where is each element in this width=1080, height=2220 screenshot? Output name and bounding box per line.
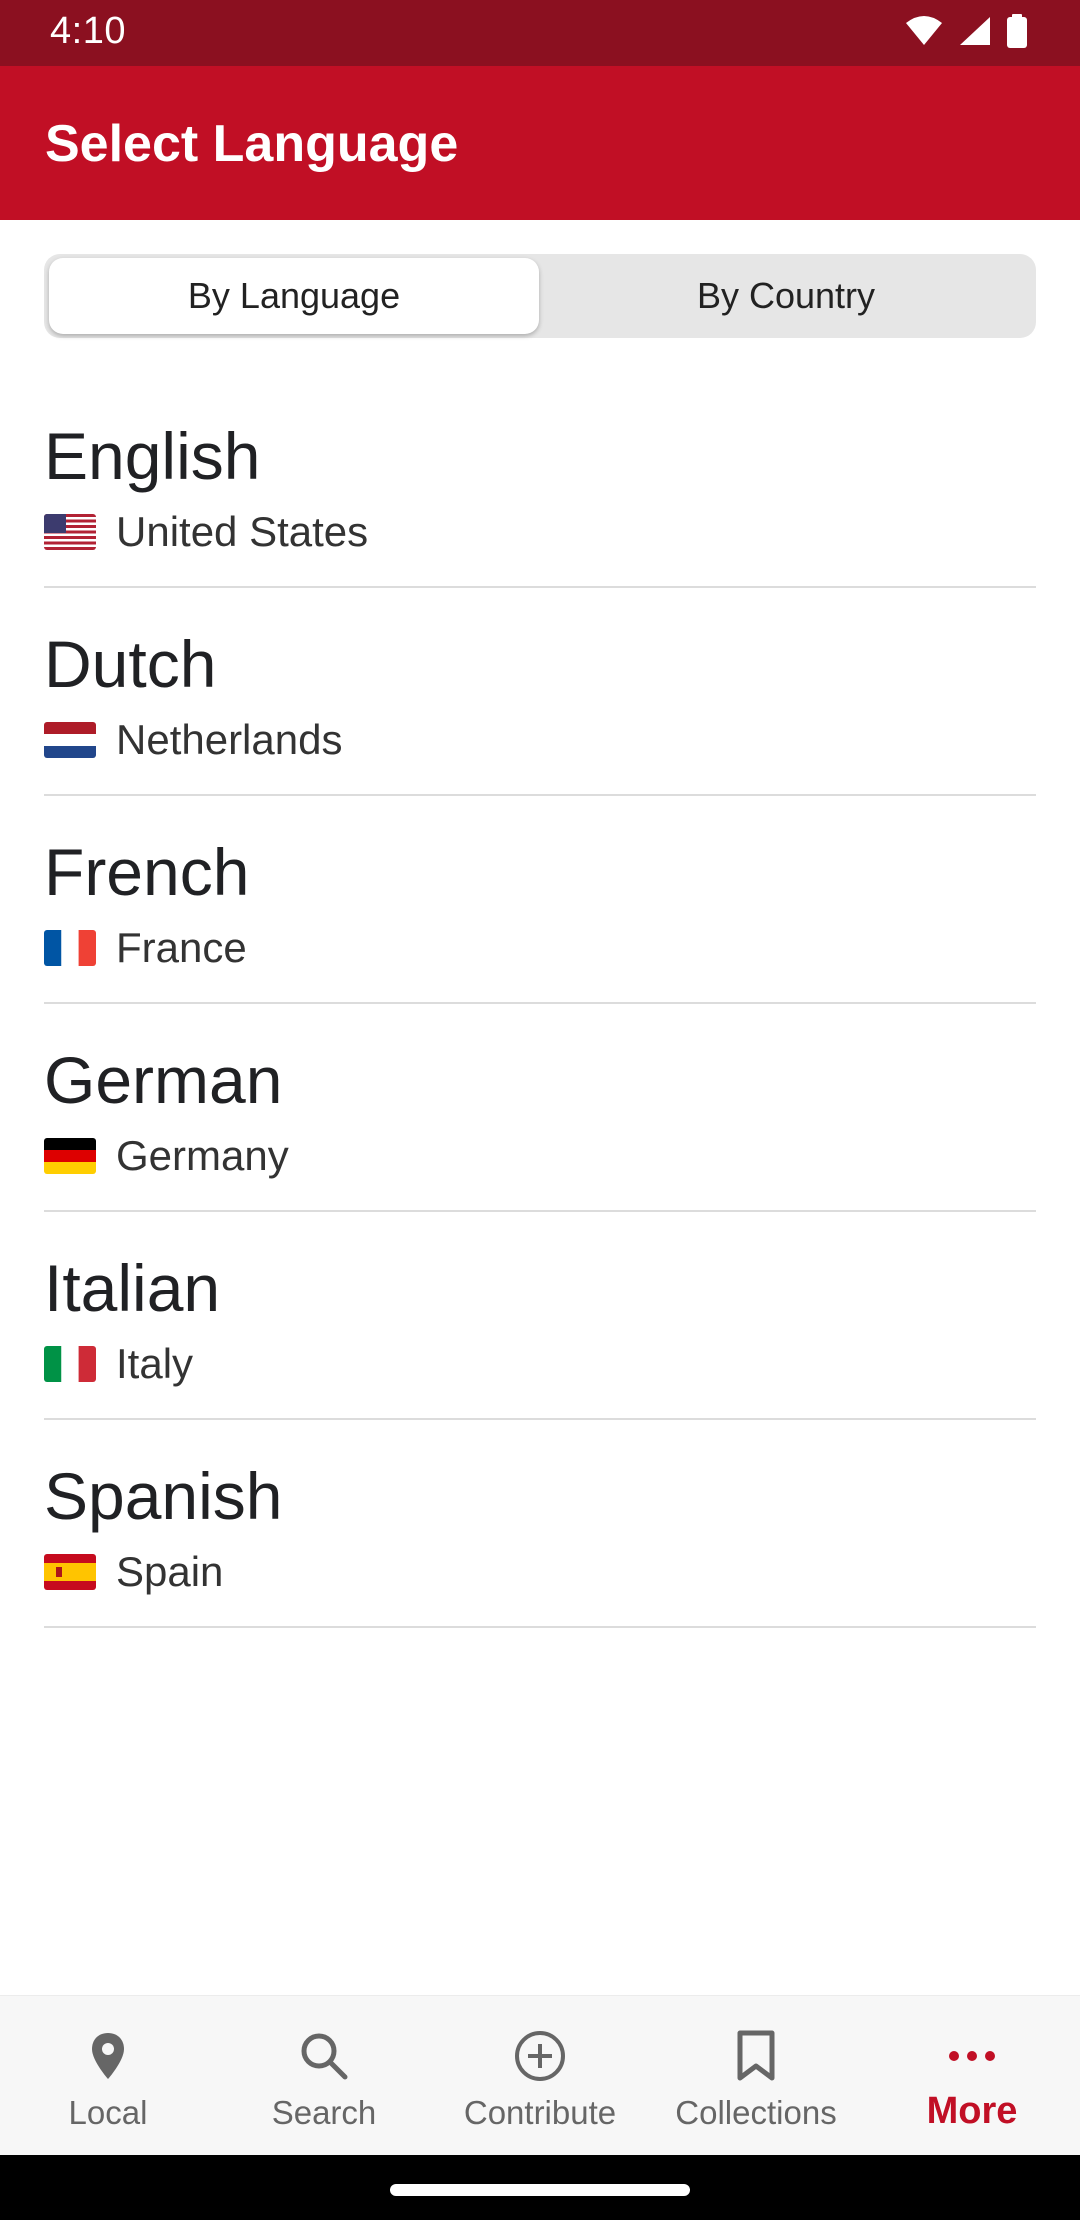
language-item-spanish[interactable]: Spanish Spain (44, 1420, 1036, 1628)
fr-flag-icon (44, 930, 96, 966)
nav-item-search[interactable]: Search (216, 1996, 432, 2156)
country-name: France (116, 924, 247, 971)
country-row: Netherlands (44, 716, 342, 764)
signal-icon (960, 17, 990, 45)
status-time: 4:10 (50, 10, 126, 52)
tab-label: By Language (187, 275, 401, 316)
language-name: French (44, 835, 250, 909)
de-flag-icon (44, 1138, 96, 1174)
tab-label: By Country (696, 275, 876, 316)
add-circle-icon (514, 2028, 566, 2084)
bookmark-icon (736, 2028, 776, 2084)
location-pin-icon (90, 2028, 126, 2084)
nav-item-more[interactable]: More (864, 1996, 1080, 2156)
country-row: Germany (44, 1132, 289, 1180)
country-name: Germany (116, 1132, 289, 1179)
page-title: Select Language (45, 115, 459, 173)
nav-label: Local (68, 2094, 148, 2131)
it-flag-icon (44, 1346, 96, 1382)
language-item-dutch[interactable]: Dutch Netherlands (44, 588, 1036, 796)
nav-item-contribute[interactable]: Contribute (432, 1996, 648, 2156)
es-flag-icon (44, 1554, 96, 1590)
language-name: Dutch (44, 627, 217, 701)
language-name: German (44, 1043, 283, 1117)
country-row: France (44, 924, 247, 972)
wifi-icon (906, 16, 942, 45)
language-name: Italian (44, 1251, 221, 1325)
us-flag-icon (44, 514, 96, 550)
country-name: Netherlands (116, 716, 343, 763)
status-icons (904, 14, 1028, 48)
bottom-nav: Local Search Contribute Collections More (0, 1995, 1080, 2156)
language-item-italian[interactable]: Italian Italy (44, 1212, 1036, 1420)
nav-label: More (926, 2090, 1018, 2132)
status-bar: 4:10 (0, 0, 1080, 66)
more-dots-icon (947, 2028, 997, 2084)
country-row: Spain (44, 1548, 223, 1596)
country-row: United States (44, 508, 368, 556)
tab-by-country[interactable]: By Country (541, 258, 1031, 334)
app-bar: Select Language (0, 66, 1080, 220)
tab-by-language[interactable]: By Language (49, 258, 539, 334)
nav-item-collections[interactable]: Collections (648, 1996, 864, 2156)
battery-icon (1007, 14, 1027, 48)
nav-item-local[interactable]: Local (0, 1996, 216, 2156)
nav-label: Search (271, 2094, 377, 2131)
language-list: English United States Dutch Netherlands … (44, 380, 1036, 1628)
language-name: English (44, 419, 261, 493)
home-gesture-handle[interactable] (390, 2184, 690, 2196)
language-item-english[interactable]: English United States (44, 380, 1036, 588)
segmented-control: By Language By Country (44, 254, 1036, 338)
country-name: Spain (116, 1548, 224, 1595)
language-item-french[interactable]: French France (44, 796, 1036, 1004)
system-gesture-bar (0, 2155, 1080, 2220)
country-name: Italy (116, 1340, 194, 1387)
search-icon (299, 2028, 349, 2084)
nav-label: Collections (675, 2094, 837, 2131)
nav-label: Contribute (463, 2094, 617, 2131)
language-name: Spanish (44, 1459, 283, 1533)
country-row: Italy (44, 1340, 193, 1388)
country-name: United States (116, 508, 369, 555)
language-item-german[interactable]: German Germany (44, 1004, 1036, 1212)
nl-flag-icon (44, 722, 96, 758)
